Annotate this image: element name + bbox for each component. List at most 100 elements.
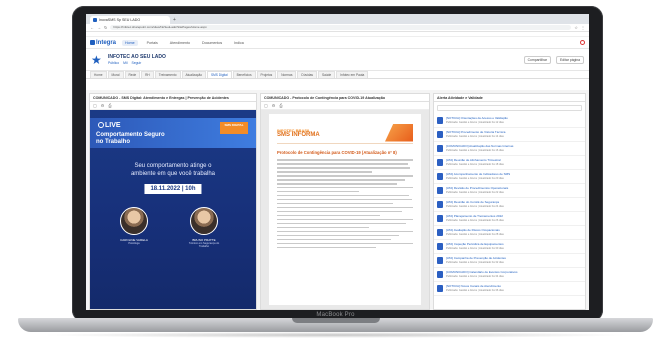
text-line xyxy=(277,162,408,165)
list-item[interactable]: [ATA] Inspeção Periódica de Equipamentos… xyxy=(434,240,585,254)
laptop-mockup: InovaSMS Sp SEU LADO + ← → ↻ https://inf… xyxy=(0,0,671,340)
app-bar: Integra Home Portais Atendimento Documen… xyxy=(86,37,589,49)
document-icon xyxy=(437,215,443,222)
url-input[interactable]: https://infotec.sharepoint.com/sites/NoS… xyxy=(110,25,572,30)
nav-documentos[interactable]: Documentos xyxy=(199,40,225,46)
nav-home[interactable]: Home xyxy=(122,39,138,46)
laptop-notch xyxy=(292,318,380,323)
list-item[interactable]: [ATA] Reunião de Alinhamento Trimestral P… xyxy=(434,156,585,170)
back-icon[interactable]: ← xyxy=(90,25,94,30)
tab-5[interactable]: Atualização xyxy=(181,71,206,78)
list-item[interactable]: [ATA] Campanha de Prevenção de Acidentes… xyxy=(434,254,585,268)
text-line xyxy=(277,246,377,249)
live-headline-line1: Comportamento Seguro xyxy=(96,132,165,138)
list-item-subtitle: Publicada: Gestão e Ativos | Atualizado … xyxy=(446,162,504,166)
search-input[interactable] xyxy=(437,105,582,111)
text-line xyxy=(277,238,392,241)
text-line xyxy=(277,170,373,173)
app-logo-text: Integra xyxy=(96,39,117,46)
text-line xyxy=(277,230,413,233)
speaker-avatar-1 xyxy=(120,207,148,235)
list-item[interactable]: [ATA] Planejamento de Treinamentos 2022 P… xyxy=(434,212,585,226)
live-headline-line2: no Trabalho xyxy=(96,139,131,145)
list-item[interactable]: [NOTÍCIA] Procedimento de Vistoria Técni… xyxy=(434,128,585,142)
live-headline: Comportamento Seguro no Trabalho xyxy=(96,132,165,146)
document-icon xyxy=(437,243,443,250)
nav-atendimento[interactable]: Atendimento xyxy=(167,40,193,46)
list-item[interactable]: [NOTÍCIA] Novos Canais de Atendimento Pub… xyxy=(434,282,585,296)
menu-icon[interactable]: ⋮ xyxy=(581,25,585,30)
text-line xyxy=(277,214,381,217)
document-icon xyxy=(437,173,443,180)
tab-10[interactable]: Dúvidas xyxy=(297,71,317,78)
text-line xyxy=(277,218,413,221)
settings-icon[interactable]: ⚙ xyxy=(272,103,276,108)
live-tagline-line1: Seu comportamento atinge o xyxy=(134,163,212,169)
tab-12[interactable]: Infotec em Pauta xyxy=(336,71,369,78)
app-logo[interactable]: Integra xyxy=(90,40,116,46)
follow-button[interactable]: Seguir xyxy=(131,61,141,65)
tab-9[interactable]: Normas xyxy=(277,71,297,78)
sms-digital-badge: SMS DIGITAL xyxy=(220,122,248,134)
live-tagline: Seu comportamento atinge o ambiente em q… xyxy=(90,162,256,178)
tab-8[interactable]: Projetos xyxy=(256,71,277,78)
nav-indica[interactable]: Indica xyxy=(231,40,247,46)
live-banner[interactable]: LIVE SMS DIGITAL Comportamento Seguro no… xyxy=(90,110,256,309)
list-item-subtitle: Publicada: Gestão e Ativos | Atualizado … xyxy=(446,288,504,292)
plus-icon[interactable]: + xyxy=(173,16,176,24)
list-item-subtitle: Publicada: Gestão e Ativos | Atualizado … xyxy=(446,176,504,180)
text-line xyxy=(277,234,400,237)
pane-center-title: COMUNICADO - Protocolo de Contingência p… xyxy=(261,94,429,102)
text-line xyxy=(277,202,393,205)
tab-1[interactable]: Mural xyxy=(107,71,124,78)
list-item[interactable]: [ATA] Revisão de Procedimentos Operacion… xyxy=(434,184,585,198)
list-item[interactable]: [COMUNICADO] Calendário de Eventos Corpo… xyxy=(434,268,585,282)
share-button[interactable]: Compartilhar xyxy=(523,55,552,64)
text-line xyxy=(277,159,413,161)
logo-icon xyxy=(90,40,95,45)
favicon-icon xyxy=(93,18,97,22)
tab-3[interactable]: RH xyxy=(141,71,154,78)
live-tagline-line2: ambiente em que você trabalha xyxy=(130,171,216,177)
list-item[interactable]: [COMUNICADO] Atualização das Normas Inte… xyxy=(434,142,585,156)
forward-icon[interactable]: → xyxy=(97,25,101,30)
document-icon[interactable]: ▢ xyxy=(264,103,268,108)
document-page: INFOTEC BRASIL SMS INFORMA Protocolo de … xyxy=(269,114,421,305)
tab-7[interactable]: Benefícios xyxy=(232,71,256,78)
list-item-subtitle: Publicada: Gestão e Ativos | Atualizado … xyxy=(446,274,504,278)
tab-11[interactable]: Saúde xyxy=(317,71,336,78)
tab-2[interactable]: Rede xyxy=(124,71,141,78)
document-icon xyxy=(437,117,443,124)
text-line xyxy=(277,190,359,193)
site-meta-members[interactable]: Mil xyxy=(123,61,127,65)
pane-left: COMUNICADO - SMS Digital: Atendimento e … xyxy=(89,93,257,310)
list-item[interactable]: [NOTÍCIA] Orientações de Acesso e Valida… xyxy=(434,114,585,128)
print-icon[interactable]: ⎙ xyxy=(279,103,282,108)
speaker-role-1: Psicóloga xyxy=(128,242,140,245)
browser-tab[interactable]: InovaSMS Sp SEU LADO xyxy=(90,16,170,24)
text-line xyxy=(277,198,412,201)
tab-6[interactable]: SMS Digital xyxy=(207,71,232,78)
list-item[interactable]: [ATA] Acompanhamento de Indicadores de S… xyxy=(434,170,585,184)
list-item-subtitle: Publicada: Gestão e Ativos | Atualizado … xyxy=(446,204,504,208)
list-item[interactable]: [ATA] Reunião do Comitê de Segurança Publ… xyxy=(434,198,585,212)
list-item[interactable]: [ATA] Avaliação de Riscos Ocupacionais Pu… xyxy=(434,226,585,240)
edit-page-button[interactable]: Editar página xyxy=(556,55,584,64)
print-icon[interactable]: ⎙ xyxy=(108,103,111,108)
text-line xyxy=(277,178,405,181)
nav-portais[interactable]: Portais xyxy=(144,40,161,46)
reload-icon[interactable]: ↻ xyxy=(104,25,107,30)
speaker-role-2: Técnico em Segurança do Trabalho xyxy=(188,242,220,249)
star-icon[interactable]: ☆ xyxy=(574,25,578,30)
notification-icon[interactable] xyxy=(580,40,585,45)
pane-center-toolbar: ▢ ⚙ ⎙ xyxy=(261,102,429,110)
tab-0[interactable]: Home xyxy=(90,71,107,78)
site-title: INFOTEC AO SEU LADO xyxy=(108,54,166,60)
document-icon[interactable]: ▢ xyxy=(93,103,97,108)
sms-informa-header: INFOTEC BRASIL SMS INFORMA xyxy=(277,122,413,144)
settings-icon[interactable]: ⚙ xyxy=(101,103,105,108)
live-badge: LIVE xyxy=(98,122,121,129)
document-viewer[interactable]: INFOTEC BRASIL SMS INFORMA Protocolo de … xyxy=(261,110,429,309)
browser-tab-title: InovaSMS Sp SEU LADO xyxy=(99,18,141,22)
tab-4[interactable]: Treinamento xyxy=(154,71,181,78)
